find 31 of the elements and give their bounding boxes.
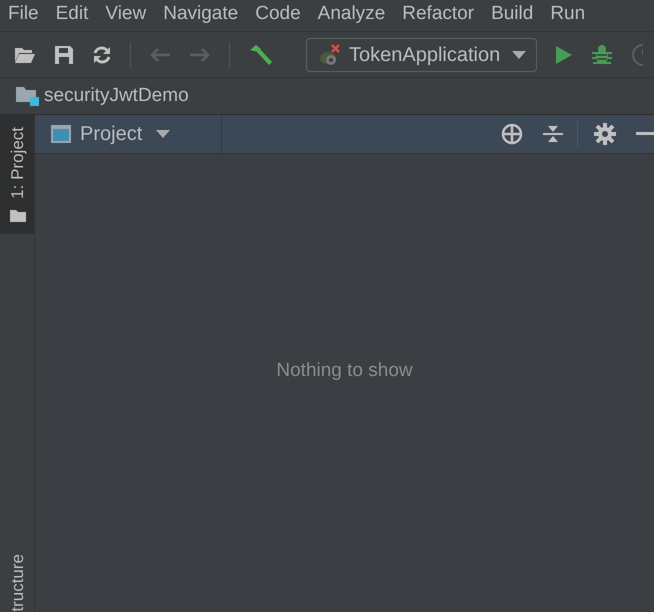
save-icon[interactable] (54, 44, 74, 64)
hammer-icon[interactable] (248, 44, 274, 66)
sync-icon[interactable] (92, 44, 112, 64)
tool-window-tab[interactable]: tructure (0, 548, 34, 612)
menu-item[interactable]: Code (255, 0, 301, 28)
tool-window-title[interactable]: Project (80, 119, 142, 149)
collapse-icon[interactable] (543, 124, 563, 144)
menu-item[interactable]: Refactor (402, 0, 474, 28)
menu-item[interactable]: File (8, 0, 39, 28)
folder-icon (10, 208, 26, 222)
run-configuration-dropdown[interactable]: TokenApplication (306, 38, 538, 72)
dropdown-caret-icon (512, 50, 526, 58)
project-name[interactable]: securityJwtDemo (44, 82, 189, 110)
project-folder-icon (16, 85, 40, 107)
dropdown-caret-icon (156, 130, 170, 138)
menu-item[interactable]: Analyze (318, 0, 386, 28)
tool-window-tab[interactable]: 1: Project (0, 115, 34, 234)
run-icon[interactable] (555, 44, 574, 64)
menu-item[interactable]: Run (550, 0, 586, 28)
menu-item[interactable]: View (105, 0, 146, 28)
open-folder-icon[interactable] (14, 46, 36, 64)
menu-item[interactable]: Build (491, 0, 534, 28)
bug-icon[interactable] (591, 44, 614, 66)
menu-item[interactable]: Navigate (163, 0, 238, 28)
minimize-icon[interactable] (636, 132, 654, 136)
empty-message: Nothing to show (276, 358, 413, 383)
configuration-name: TokenApplication (349, 42, 500, 68)
locate-icon[interactable] (501, 123, 523, 145)
settings-icon[interactable] (594, 123, 616, 145)
project-window-icon (50, 124, 72, 144)
menu-item[interactable]: Edit (56, 0, 88, 28)
